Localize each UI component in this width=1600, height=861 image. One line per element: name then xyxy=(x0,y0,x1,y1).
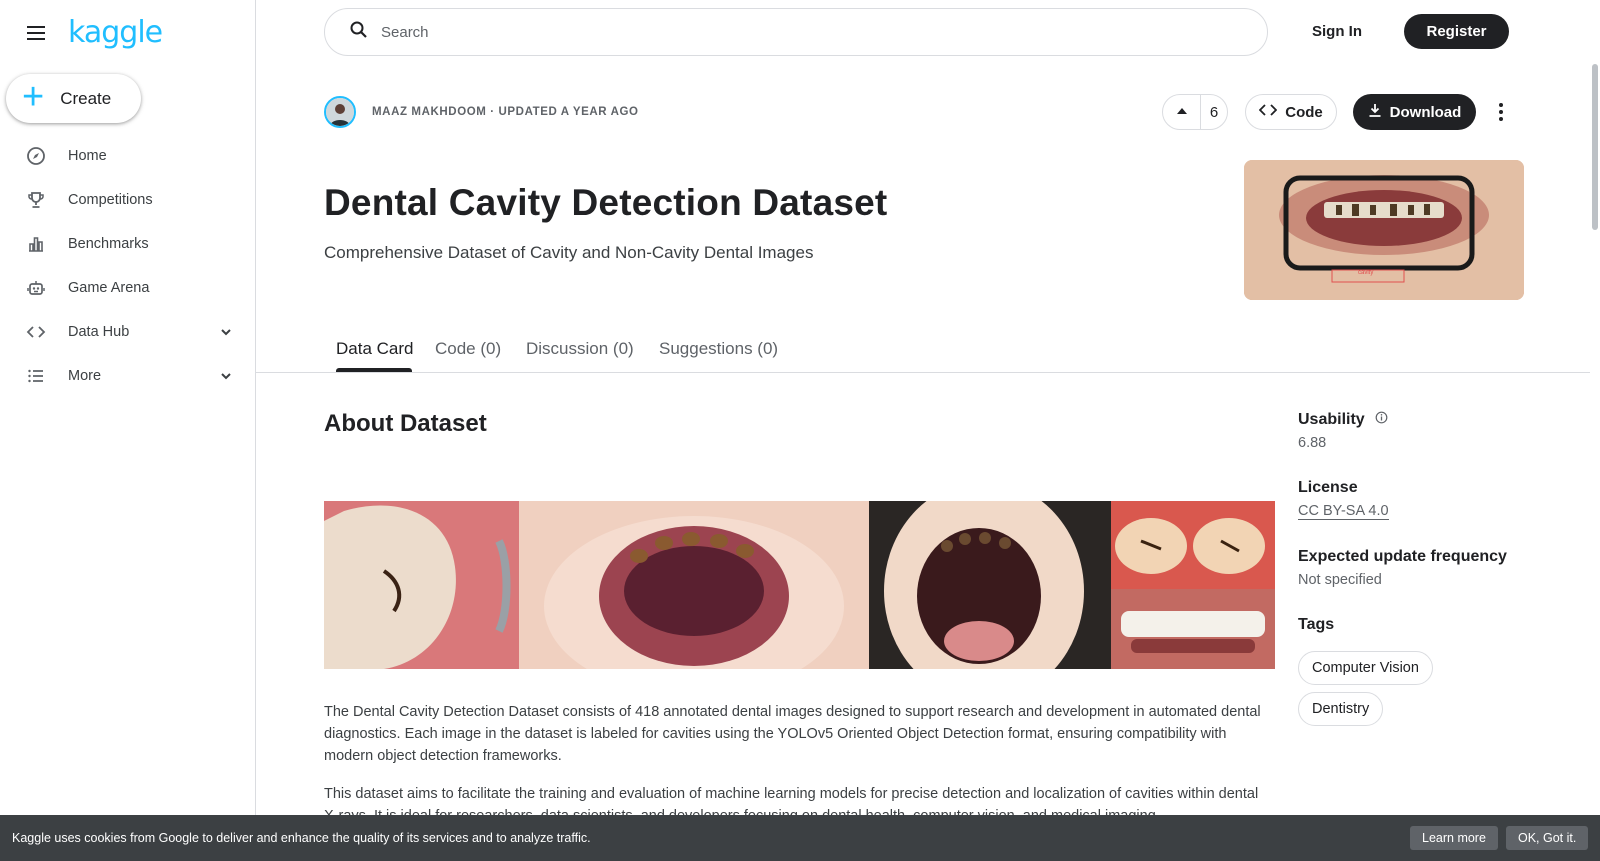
search-bar[interactable] xyxy=(324,8,1268,56)
sidebar-item-home[interactable]: Home xyxy=(0,134,255,178)
code-button[interactable]: Code xyxy=(1245,94,1337,130)
upvote-widget: 6 xyxy=(1162,94,1228,130)
sidebar-item-data-hub[interactable]: Data Hub xyxy=(0,310,255,354)
sidebar-item-label: Benchmarks xyxy=(68,236,149,252)
register-button[interactable]: Register xyxy=(1404,14,1509,49)
code-icon xyxy=(26,322,46,342)
learn-more-button[interactable]: Learn more xyxy=(1410,826,1498,850)
compass-icon xyxy=(26,146,46,166)
dataset-thumbnail: cavity xyxy=(1244,160,1524,300)
dataset-banner-image xyxy=(324,501,1275,669)
sidebar-header: kaggle xyxy=(24,16,163,50)
section-heading: About Dataset xyxy=(324,410,487,437)
sidebar-item-game-arena[interactable]: Game Arena xyxy=(0,266,255,310)
download-button[interactable]: Download xyxy=(1353,94,1476,130)
license-label: License xyxy=(1298,479,1358,496)
upvote-button[interactable] xyxy=(1163,95,1201,129)
sidebar-item-competitions[interactable]: Competitions xyxy=(0,178,255,222)
sidebar-item-label: Data Hub xyxy=(68,324,130,340)
create-button[interactable]: + Create xyxy=(6,74,141,123)
chevron-down-icon[interactable] xyxy=(219,325,233,344)
banner-panel xyxy=(324,501,519,669)
tags-label: Tags xyxy=(1298,616,1335,633)
kaggle-logo[interactable]: kaggle xyxy=(68,16,163,50)
dataset-meta: Maaz Makhdoom · Updated a year ago xyxy=(372,106,639,118)
update-frequency-label: Expected update frequency xyxy=(1298,548,1507,565)
license-link[interactable]: CC BY-SA 4.0 xyxy=(1298,503,1389,520)
bar-chart-icon xyxy=(26,234,46,254)
usability-value: 6.88 xyxy=(1298,435,1327,451)
code-icon xyxy=(1258,103,1278,121)
list-icon xyxy=(26,366,46,386)
sidebar-nav: Home Competitions Benchmarks Game Arena … xyxy=(0,134,255,398)
code-button-label: Code xyxy=(1285,103,1323,121)
chevron-down-icon[interactable] xyxy=(219,369,233,388)
download-button-label: Download xyxy=(1389,103,1462,121)
download-icon xyxy=(1368,103,1382,121)
robot-icon xyxy=(26,278,46,298)
description-paragraph: The Dental Cavity Detection Dataset cons… xyxy=(324,704,1261,764)
create-label: Create xyxy=(60,88,112,108)
more-vert-icon[interactable] xyxy=(1491,100,1511,124)
sidebar-item-benchmarks[interactable]: Benchmarks xyxy=(0,222,255,266)
active-tab-indicator xyxy=(336,368,412,372)
sidebar-item-label: Home xyxy=(68,148,107,164)
cookie-banner: Kaggle uses cookies from Google to deliv… xyxy=(0,815,1600,861)
scrollbar-thumb[interactable] xyxy=(1592,64,1598,230)
info-icon[interactable] xyxy=(1375,411,1388,429)
plus-icon: + xyxy=(22,75,45,118)
thumbnail-annotation-label: cavity xyxy=(1358,270,1374,276)
page-subtitle: Comprehensive Dataset of Cavity and Non-… xyxy=(324,243,814,262)
tab-discussion[interactable]: Discussion (0) xyxy=(526,339,634,359)
avatar[interactable] xyxy=(324,96,356,128)
banner-panel xyxy=(519,501,869,669)
usability-label: Usability xyxy=(1298,411,1388,429)
usability-label-text: Usability xyxy=(1298,411,1365,429)
sign-in-link[interactable]: Sign In xyxy=(1312,14,1362,50)
update-frequency-value: Not specified xyxy=(1298,572,1382,588)
trophy-icon xyxy=(26,190,46,210)
tab-code[interactable]: Code (0) xyxy=(435,339,501,359)
page-title: Dental Cavity Detection Dataset xyxy=(324,182,888,223)
sidebar-item-label: Game Arena xyxy=(68,280,150,296)
upvote-count: 6 xyxy=(1209,103,1219,121)
tag-chip[interactable]: Dentistry xyxy=(1298,692,1384,726)
banner-panel xyxy=(1111,501,1275,669)
arrow-up-icon xyxy=(1176,103,1188,121)
tab-data-card[interactable]: Data Card xyxy=(336,339,413,359)
banner-panel xyxy=(869,501,1111,669)
sidebar-item-more[interactable]: More xyxy=(0,354,255,398)
sidebar-item-label: More xyxy=(68,368,102,384)
sidebar-item-label: Competitions xyxy=(68,192,153,208)
search-icon xyxy=(349,20,369,45)
search-input[interactable] xyxy=(381,23,1241,41)
ok-got-it-button[interactable]: OK, Got it. xyxy=(1506,826,1589,850)
tab-bar: Data Card Code (0) Discussion (0) Sugges… xyxy=(256,324,1590,373)
cookie-text: Kaggle uses cookies from Google to deliv… xyxy=(12,831,591,845)
tab-suggestions[interactable]: Suggestions (0) xyxy=(659,339,778,359)
tag-chip[interactable]: Computer Vision xyxy=(1298,651,1433,685)
sidebar: kaggle + Create Home Competitions Benchm… xyxy=(0,0,256,861)
menu-icon[interactable] xyxy=(24,21,48,45)
